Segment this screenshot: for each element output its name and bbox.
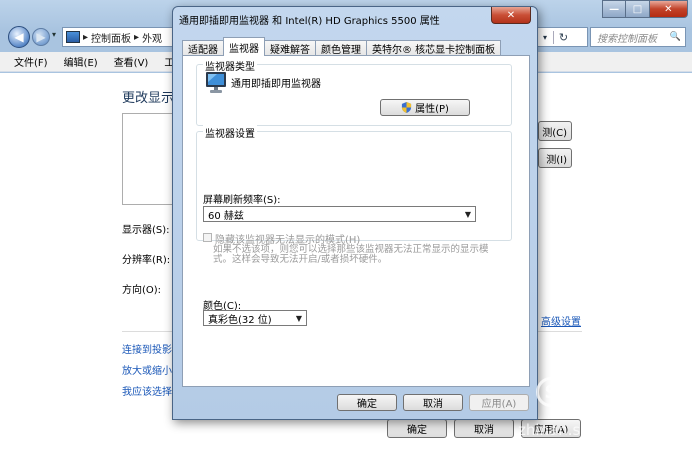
breadcrumb-appearance[interactable]: 外观: [142, 30, 162, 45]
sogou-logo-icon: S: [536, 377, 566, 407]
address-dropdown-icon[interactable]: ▾: [537, 33, 553, 42]
back-button[interactable]: ◀: [8, 26, 30, 48]
search-placeholder: 搜索控制面板: [597, 33, 657, 45]
minimize-button[interactable]: —: [602, 0, 626, 18]
monitor-type-group: 监视器类型 通用即插即用监视器 属性(P): [196, 58, 512, 126]
cancel-button[interactable]: 取消: [403, 394, 463, 411]
address-bar[interactable]: ▸ 控制面板 ▸ 外观: [62, 27, 180, 47]
search-icon: 🔍: [669, 32, 681, 42]
ok-button[interactable]: 确定: [337, 394, 397, 411]
bg-cancel-button[interactable]: 取消: [454, 419, 514, 438]
bg-ok-button[interactable]: 确定: [387, 419, 447, 438]
monitor-tab-panel: 监视器类型 通用即插即用监视器 属性(P) 监视器设置 屏幕刷新频率(S): 6…: [182, 55, 530, 387]
history-dropdown-icon[interactable]: ▾: [52, 30, 56, 39]
color-depth-value: 真彩色(32 位): [208, 314, 272, 326]
monitor-settings-group: 监视器设置: [196, 125, 512, 241]
tab-troubleshoot[interactable]: 疑难解答: [264, 40, 316, 56]
address-bar-end: ▾ ↻: [536, 27, 588, 47]
advanced-settings-link[interactable]: 高级设置: [541, 313, 581, 328]
monitor-icon: [206, 72, 226, 93]
dialog-title: 通用即插即用监视器 和 Intel(R) HD Graphics 5500 属性: [179, 16, 440, 27]
display-label: 显示器(S):: [122, 225, 170, 236]
monitor-properties-dialog: 通用即插即用监视器 和 Intel(R) HD Graphics 5500 属性…: [172, 6, 538, 420]
hide-modes-description: 如果不选该项，则您可以选择那些该监视器无法正常显示的显示模式。这样会导致无法开启…: [213, 244, 489, 265]
detect-button[interactable]: 测(C): [538, 121, 572, 141]
forward-button[interactable]: ▶: [32, 28, 50, 46]
refresh-rate-label: 屏幕刷新频率(S):: [203, 195, 281, 206]
menu-edit[interactable]: 编辑(E): [64, 54, 98, 69]
uac-shield-icon: [401, 102, 412, 113]
dialog-close-button[interactable]: ✕: [491, 7, 531, 24]
hide-modes-checkbox[interactable]: [203, 233, 212, 242]
properties-button[interactable]: 属性(P): [380, 99, 470, 116]
color-depth-select[interactable]: 真彩色(32 位) ▼: [203, 310, 307, 326]
menu-file[interactable]: 文件(F): [14, 54, 48, 69]
tab-adapter[interactable]: 适配器: [182, 40, 224, 56]
dropdown-arrow-icon: ▼: [295, 313, 302, 323]
maximize-button[interactable]: □: [625, 0, 649, 18]
identify-button[interactable]: 测(I): [538, 148, 572, 168]
tab-strip: 适配器 监视器 疑难解答 颜色管理 英特尔® 核芯显卡控制面板: [182, 37, 502, 56]
monitor-name: 通用即插即用监视器: [231, 79, 321, 90]
tab-monitor[interactable]: 监视器: [223, 37, 265, 56]
dropdown-arrow-icon: ▼: [464, 209, 471, 219]
watermark-title: 搜狗指南: [568, 386, 664, 414]
page-title: 更改显示: [122, 91, 175, 106]
orientation-label: 方向(O):: [122, 285, 162, 296]
close-button[interactable]: ✕: [648, 0, 688, 18]
breadcrumb-separator: ▸: [83, 31, 89, 43]
watermark-url: zhinan.sogou.com: [518, 421, 655, 439]
watermark: S 搜狗指南 zhinan.sogou.com: [518, 377, 678, 447]
tab-color-management[interactable]: 颜色管理: [315, 40, 367, 56]
window-caption-buttons: — □ ✕: [602, 0, 688, 19]
refresh-rate-value: 60 赫兹: [208, 210, 244, 222]
resolution-label: 分辨率(R):: [122, 255, 171, 266]
search-input[interactable]: 搜索控制面板 🔍: [590, 27, 686, 47]
monitor-settings-legend: 监视器设置: [203, 125, 257, 140]
properties-button-label: 属性(P): [415, 104, 449, 115]
refresh-icon[interactable]: ↻: [553, 30, 573, 44]
breadcrumb-control-panel[interactable]: 控制面板: [91, 30, 131, 45]
refresh-rate-select[interactable]: 60 赫兹 ▼: [203, 206, 476, 222]
breadcrumb-separator: ▸: [134, 31, 140, 43]
menu-view[interactable]: 查看(V): [114, 54, 149, 69]
control-panel-icon: [66, 31, 80, 43]
tab-intel-graphics[interactable]: 英特尔® 核芯显卡控制面板: [366, 40, 502, 56]
